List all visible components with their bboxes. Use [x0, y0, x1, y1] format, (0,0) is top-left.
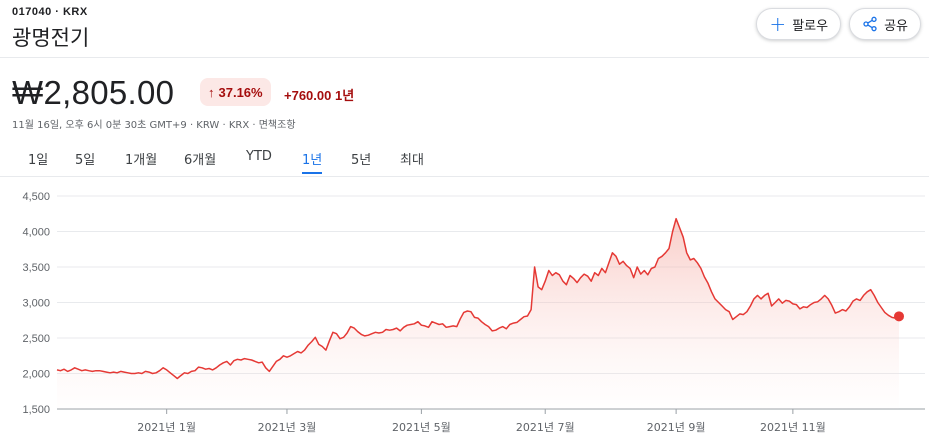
- tabs-divider: [0, 176, 929, 177]
- y-tick-label: 1,500: [22, 404, 50, 416]
- share-button[interactable]: 공유: [849, 8, 921, 40]
- quote-meta: 11월 16일, 오후 6시 0분 30초 GMT+9 · KRW · KRX …: [12, 120, 296, 131]
- tab-1d[interactable]: 1일: [28, 149, 48, 174]
- y-tick-label: 4,000: [22, 227, 50, 239]
- y-tick-label: 2,000: [22, 369, 50, 381]
- x-tick-label: 2021년 9월: [647, 421, 706, 434]
- x-tick-label: 2021년 11월: [760, 421, 826, 434]
- share-icon: [863, 16, 877, 32]
- tab-6m[interactable]: 6개월: [184, 149, 216, 174]
- company-name: 광명전기: [12, 26, 90, 50]
- arrow-up-icon: ↑: [208, 84, 215, 100]
- y-tick-label: 4,500: [22, 191, 50, 203]
- percent-change-badge: ↑ 37.16%: [200, 78, 271, 106]
- tab-max[interactable]: 최대: [400, 149, 424, 174]
- tab-1m[interactable]: 1개월: [125, 149, 157, 174]
- percent-change-value: 37.16%: [218, 84, 263, 100]
- header-divider: [0, 57, 929, 58]
- y-tick-label: 3,500: [22, 262, 50, 274]
- x-tick-label: 2021년 5월: [392, 421, 451, 434]
- follow-label: 팔로우: [792, 18, 829, 34]
- header-actions: + 팔로우 공유: [756, 8, 921, 40]
- price-area-fill: [57, 218, 899, 409]
- x-tick-label: 2021년 3월: [258, 421, 317, 434]
- ticker-symbol: 017040 · KRX: [12, 6, 88, 18]
- tab-ytd[interactable]: YTD: [246, 149, 272, 170]
- plus-icon: +: [769, 12, 787, 36]
- absolute-change: +760.00 1년: [284, 88, 355, 103]
- last-price-marker: [894, 311, 904, 322]
- follow-button[interactable]: + 팔로우: [756, 8, 842, 40]
- price-chart[interactable]: 4,500 4,000 3,500 3,000 2,500 2,000 1,500 2021…: [0, 180, 929, 443]
- tab-1y[interactable]: 1년: [302, 149, 323, 174]
- x-tick-label: 2021년 7월: [516, 421, 575, 434]
- y-tick-label: 2,500: [22, 333, 50, 345]
- x-tick-label: 2021년 1월: [137, 421, 196, 434]
- share-label: 공유: [884, 18, 908, 34]
- tab-5d[interactable]: 5일: [75, 149, 95, 174]
- y-tick-label: 3,000: [22, 298, 50, 310]
- current-price: ₩2,805.00: [12, 74, 175, 111]
- tab-5y[interactable]: 5년: [351, 149, 371, 174]
